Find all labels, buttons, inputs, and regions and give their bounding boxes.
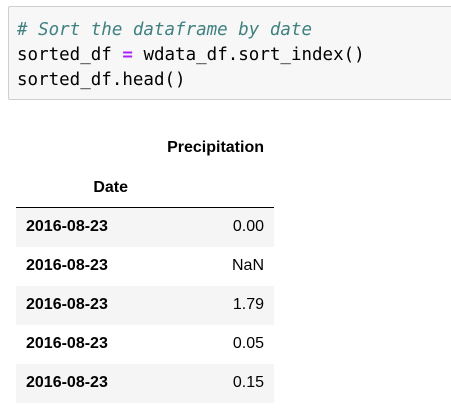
- row-precipitation: 0.15: [232, 374, 264, 391]
- index-name-blank: [138, 168, 274, 208]
- code-variable: sorted_df: [17, 45, 123, 65]
- table-row: 2016-08-23 1.79: [16, 285, 274, 325]
- row-date: 2016-08-23: [26, 218, 108, 236]
- row-precipitation: 0.00: [232, 218, 264, 236]
- table-row: 2016-08-23 0.15: [16, 363, 274, 403]
- code-head-call: sorted_df.head(): [17, 70, 186, 90]
- index-name-row: Date: [16, 168, 274, 208]
- row-date: 2016-08-23: [26, 335, 108, 352]
- column-header-row: Precipitation: [16, 128, 274, 168]
- table-row: 2016-08-23 0.05: [16, 324, 274, 364]
- table-row: 2016-08-23 0.00: [16, 207, 274, 247]
- row-precipitation: NaN: [231, 257, 264, 274]
- code-expression: wdata_df.sort_index(): [132, 45, 365, 65]
- row-precipitation: 0.05: [232, 335, 264, 352]
- row-date: 2016-08-23: [26, 296, 108, 313]
- index-header-blank: [16, 128, 138, 168]
- code-comment: # Sort the dataframe by date: [17, 20, 313, 40]
- table-row: 2016-08-23 NaN: [16, 246, 274, 286]
- code-cell-input[interactable]: # Sort the dataframe by date sorted_df =…: [8, 6, 451, 100]
- cell-output: Precipitation Date 2016-08-23 0.00 2016-…: [16, 128, 274, 403]
- code-editor[interactable]: # Sort the dataframe by date sorted_df =…: [17, 18, 365, 93]
- row-precipitation: 1.79: [232, 296, 264, 313]
- column-header-precipitation: Precipitation: [167, 139, 264, 156]
- row-date: 2016-08-23: [26, 374, 108, 391]
- code-operator: =: [122, 45, 133, 65]
- index-name-date: Date: [93, 178, 128, 196]
- row-date: 2016-08-23: [26, 257, 108, 274]
- dataframe-table: Precipitation Date 2016-08-23 0.00 2016-…: [16, 128, 274, 403]
